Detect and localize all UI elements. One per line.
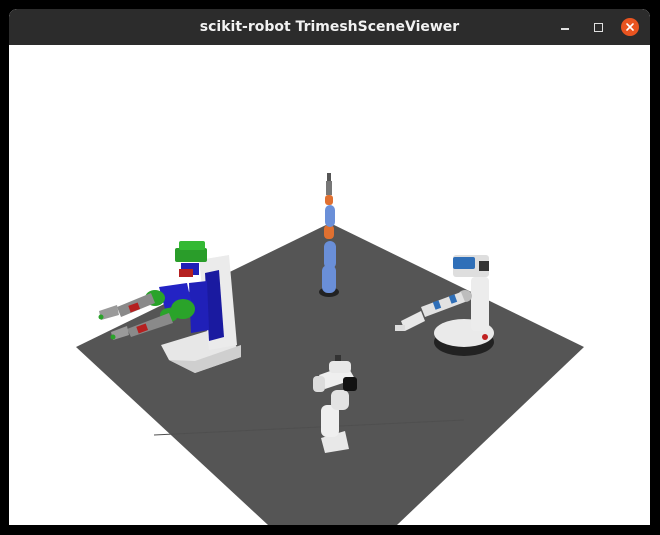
app-window: scikit-robot TrimeshSceneViewer [9, 9, 650, 525]
3d-viewport[interactable] [9, 45, 650, 525]
close-icon [626, 23, 634, 31]
titlebar[interactable]: scikit-robot TrimeshSceneViewer [9, 9, 650, 45]
minimize-button[interactable] [554, 16, 576, 38]
maximize-icon [593, 22, 603, 32]
maximize-button[interactable] [587, 16, 609, 38]
close-button[interactable] [621, 18, 639, 36]
scene-canvas[interactable] [9, 45, 650, 525]
minimize-icon [561, 28, 569, 30]
